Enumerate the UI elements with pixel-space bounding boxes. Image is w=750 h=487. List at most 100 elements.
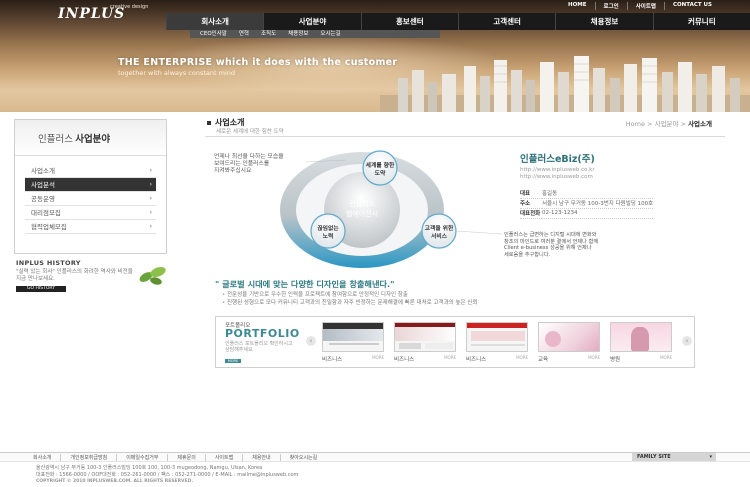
portfolio-item[interactable]: 비즈니스 MORE [394, 322, 456, 367]
portfolio-item-more[interactable]: MORE [660, 355, 672, 360]
page-title-text: 사업소개 [215, 118, 245, 127]
subnav-location[interactable]: 오시는길 [314, 30, 346, 38]
portfolio-item[interactable]: 비즈니스 MORE [322, 322, 384, 367]
portfolio-item[interactable]: 교육 MORE [538, 322, 600, 367]
family-site-label: FAMILY SITE [637, 454, 671, 460]
footer-link-recruit[interactable]: 채용안내 [242, 454, 279, 461]
core-label-1: 인플러스 [349, 199, 375, 208]
sidebar-item-label: 협력업체모집 [31, 223, 67, 231]
portfolio-thumb [610, 322, 672, 352]
leaf-icon [139, 266, 166, 285]
nav-company[interactable]: 회사소개 [166, 13, 264, 30]
company-info: 인플러스eBiz(주) http://www.inplusweb.co.kr h… [520, 151, 725, 219]
table-row: 대표 홍길동 [520, 188, 654, 199]
footer-links: 회사소개 개인정보취급방침 이메일수집거부 제휴문의 사이트맵 채용안내 찾아오… [24, 454, 326, 461]
list-item: 전문성을 기반으로 우수한 인력을 프로젝트에 참여함으로 안정적인 디자인 창… [222, 292, 477, 300]
sidebar-item-label: 공동운영 [31, 195, 55, 203]
footer-address-line-1: 울산광역시 남구 무거동 100-3 인플러스빌딩 100호 100, 100-… [36, 465, 263, 471]
title-divider [205, 136, 725, 137]
portfolio-item[interactable]: 비즈니스 MORE [466, 322, 528, 367]
subnav-ceo[interactable]: CEO인사말 [194, 30, 233, 38]
sidebar-item-label: 대리점모집 [31, 209, 61, 217]
node-left-label-1: 끊임없는 [317, 224, 339, 232]
sidebar-item-partner[interactable]: 협력업체모집 › [25, 220, 156, 234]
company-urls: http://www.inplusweb.co.kr http://www.in… [520, 167, 725, 180]
sidebar-item-analysis[interactable]: 사업분석 › [25, 178, 156, 192]
portfolio-caption-text: 비즈니스 [466, 357, 487, 363]
sidebar-title-pre: 인플러스 [38, 134, 73, 145]
title-bullet-icon [207, 120, 211, 125]
nav-customer-center[interactable]: 고객센터 [457, 13, 555, 30]
footer-link-company[interactable]: 회사소개 [24, 454, 60, 461]
node-left-label-2: 노력 [323, 232, 334, 240]
nav-pr-center[interactable]: 홍보센터 [360, 13, 458, 30]
portfolio-caption: 비즈니스 MORE [322, 355, 384, 363]
table-row: 대표전화 02-123-1234 [520, 208, 654, 219]
nav-recruit[interactable]: 채용정보 [555, 13, 652, 30]
banner-slogan-sub: together with always constant mind [118, 69, 236, 77]
footer-address: 울산광역시 남구 무거동 100-3 인플러스빌딩 100호 100, 100-… [36, 465, 298, 479]
subnav-history[interactable]: 연혁 [233, 30, 255, 38]
util-sitemap-link[interactable]: 사이트맵 [626, 2, 664, 10]
subnav-recruit[interactable]: 채용정보 [282, 30, 314, 38]
portfolio-item-more[interactable]: MORE [372, 355, 384, 360]
list-item: 진행된 성형으로 모다 커뮤니티 고객과의 친밀함과 자주 빈정하는 문제해결에… [222, 300, 477, 308]
util-home-link[interactable]: HOME [560, 2, 595, 10]
company-table: 대표 홍길동 주소 서울시 남구 무거동 100-3번지 다원빌딩 100호 대표전… [520, 188, 654, 219]
triangle-down-icon: ▾ [709, 454, 712, 460]
sidebar-box: 인플러스 사업분야 사업소개 › 사업분석 › 공동운영 › 대리점모집 › 협력업체모… [14, 119, 167, 254]
business-diagram: 인플러스 웹에이전시 세계를 향한 도약 끊임없는 노력 고객을 위한 서비스 … [212, 148, 512, 274]
portfolio-item-more[interactable]: MORE [444, 355, 456, 360]
portfolio-thumb [322, 322, 384, 352]
node-right-label-2: 서비스 [431, 232, 448, 240]
subnav-organization[interactable]: 조직도 [255, 30, 282, 38]
sidebar-item-joint[interactable]: 공동운영 › [25, 192, 156, 206]
portfolio-thumb [538, 322, 600, 352]
go-history-button[interactable]: GO HISTORY [16, 286, 66, 292]
util-contact-link[interactable]: CONTACT US [663, 2, 720, 10]
footer-link-sitemap[interactable]: 사이트맵 [204, 454, 242, 461]
note-right-line-4: 세로움을 추구합니다. [504, 251, 551, 258]
node-top-label-1: 세계를 향한 [366, 161, 395, 169]
footer-link-email-refuse[interactable]: 이메일수집거부 [116, 454, 167, 461]
portfolio-label: PORTFOLIO [225, 327, 300, 340]
footer-link-location[interactable]: 찾아오시는길 [279, 454, 327, 461]
table-row: 주소 서울시 남구 무거동 100-3번지 다원빌딩 100호 [520, 198, 654, 209]
sidebar-title: 인플러스 사업분야 [15, 120, 166, 156]
portfolio-prev-icon[interactable]: ‹ [306, 336, 316, 346]
note-right-line-1: 인플러스는 급변하는 디지털 시대에 변화와 [504, 232, 597, 238]
portfolio-caption-text: 비즈니스 [322, 357, 343, 363]
sidebar-item-label: 사업소개 [31, 167, 55, 175]
company-name: 인플러스eBiz(주) [520, 154, 595, 165]
headline: " 글로벌 시대에 맞는 다양한 디자인을 창출해낸다." [215, 279, 395, 289]
portfolio-more-button[interactable]: MORE [225, 359, 241, 363]
header-banner: INPLUS creative design HOME 로그인 사이트맵 CON… [0, 0, 750, 112]
nav-business[interactable]: 사업분야 [263, 13, 360, 30]
sidebar-item-agency[interactable]: 대리점모집 › [25, 206, 156, 220]
diagram-note-left: 언제나 최선을 다하는 모습을 보여드리는 인플러스를 지켜봐주십시요 [214, 154, 284, 175]
sidebar-title-main: 사업분야 [75, 134, 111, 145]
footer-link-partnership[interactable]: 제휴문의 [167, 454, 204, 461]
company-url-2[interactable]: http://www.inplusweb.com [520, 174, 725, 181]
breadcrumb: Home > 사업분야 > 사업소개 [625, 120, 712, 128]
chevron-right-icon: › [149, 209, 152, 216]
history-text: "실력 있는 회사" 인플러스의 화려한 역사와 비전을 지금 만나보세요. [16, 269, 133, 282]
portfolio-next-icon[interactable]: › [682, 336, 692, 346]
portfolio-item-more[interactable]: MORE [588, 355, 600, 360]
banner-slogan: THE ENTERPRISE which it does with the cu… [118, 57, 398, 68]
util-login-link[interactable]: 로그인 [594, 2, 627, 10]
breadcrumb-home[interactable]: Home [626, 120, 645, 128]
portfolio-item[interactable]: 병원 MORE [610, 322, 672, 367]
sidebar-item-intro[interactable]: 사업소개 › [25, 164, 156, 178]
footer-link-privacy[interactable]: 개인정보취급방침 [60, 454, 116, 461]
company-value: 서울시 남구 무거동 100-3번지 다원빌딩 100호 [542, 198, 654, 209]
note-left-line-3: 지켜봐주십시요 [214, 168, 252, 174]
breadcrumb-business[interactable]: 사업분야 [655, 120, 679, 128]
family-site-select[interactable]: FAMILY SITE ▾ [632, 453, 716, 461]
portfolio-caption-text: 교육 [538, 357, 549, 363]
note-right-leader [455, 230, 503, 235]
portfolio-item-more[interactable]: MORE [516, 355, 528, 360]
logo-tagline: creative design [110, 4, 149, 10]
diagram-note-right: 인플러스는 급변하는 디지털 시대에 변화와 창조의 마인드로 여러분 곁에서 … [504, 232, 598, 258]
nav-community[interactable]: 커뮤니티 [652, 13, 750, 30]
